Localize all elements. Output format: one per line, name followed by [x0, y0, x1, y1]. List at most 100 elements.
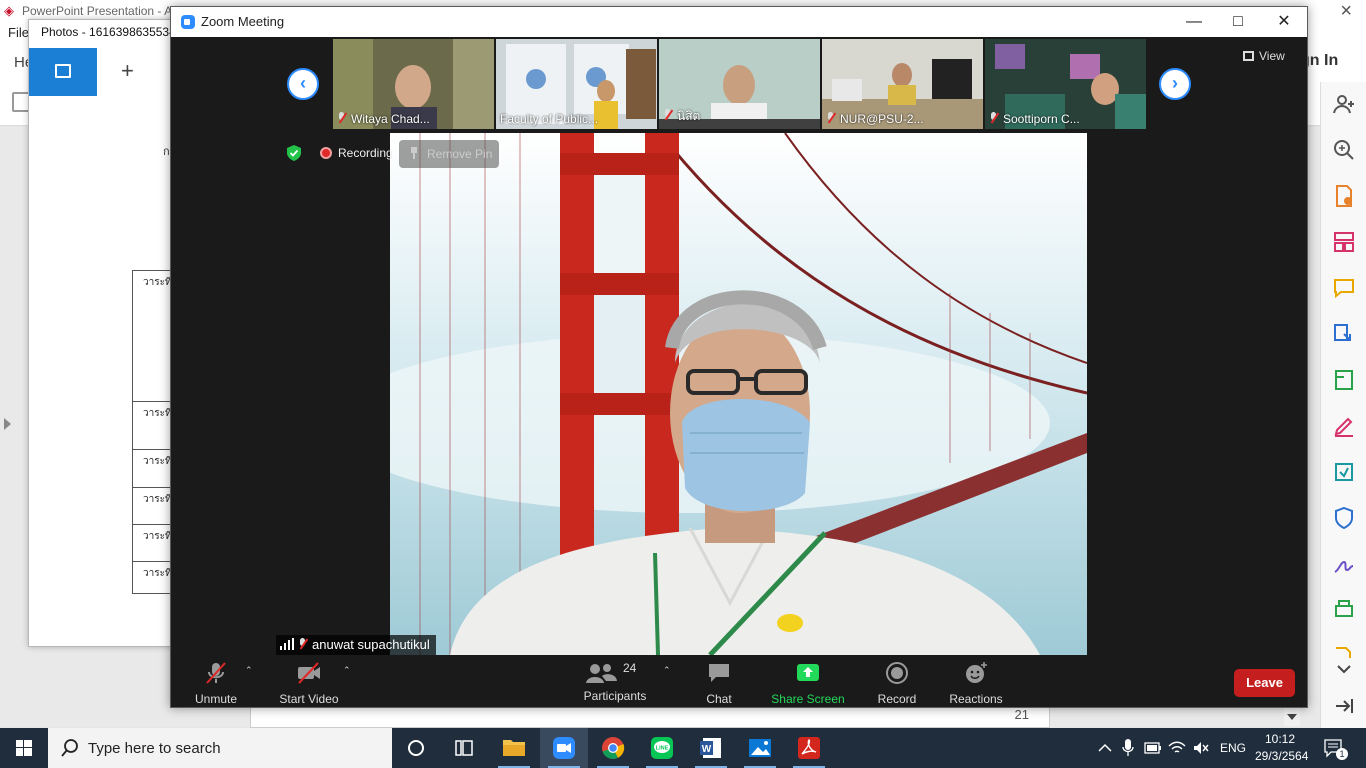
video-off-icon: [298, 662, 320, 684]
pin-icon: [411, 147, 417, 159]
clock-date[interactable]: 29/3/2564: [1255, 749, 1308, 763]
table-cell: วาระที่: [143, 568, 172, 579]
unmute-button[interactable]: Unmute: [191, 655, 241, 707]
leave-meeting-button[interactable]: Leave: [1234, 669, 1295, 697]
connection-signal-icon: [280, 638, 294, 650]
start-video-button[interactable]: Start Video: [277, 655, 341, 707]
participants-caret-icon[interactable]: ⌃: [663, 665, 671, 676]
participants-count: 24: [623, 661, 637, 675]
participant-name-label: Witaya Chad...: [337, 112, 430, 126]
print-production-icon[interactable]: [1332, 598, 1356, 622]
participants-button[interactable]: 24 Participants: [581, 655, 649, 707]
table-cell: วาระที่: [143, 277, 172, 288]
pdf-app-icon: ◈: [4, 3, 14, 18]
chat-button[interactable]: Chat: [699, 655, 739, 707]
participant-name-label: Soottiporn C...: [989, 112, 1080, 126]
search-icon: [61, 739, 78, 757]
windows-taskbar: Type here to search LINE W ENG 10:12 29/…: [0, 728, 1366, 768]
microphone-muted-icon: [206, 662, 226, 684]
participant-thumbnail[interactable]: Witaya Chad...: [333, 39, 494, 129]
svg-text:W: W: [702, 744, 712, 755]
view-button[interactable]: View: [1243, 49, 1285, 69]
photos-window-title: Photos - 1616398635534: [41, 25, 176, 39]
record-button[interactable]: Record: [875, 655, 919, 707]
photos-icon[interactable]: [736, 728, 784, 768]
zoom-meeting-window: Zoom Meeting — □ ✕ ‹ › Witaya Chad... Fa…: [170, 6, 1308, 708]
participant-thumbnail[interactable]: NUR@PSU-2...: [822, 39, 983, 129]
clock-time[interactable]: 10:12: [1265, 732, 1295, 746]
page-number: 21: [1014, 707, 1029, 722]
organize-pages-icon[interactable]: [1332, 230, 1356, 254]
participants-icon: [586, 664, 617, 683]
muted-mic-icon: [663, 109, 673, 121]
share-screen-button[interactable]: Share Screen: [771, 655, 845, 707]
zoom-search-icon[interactable]: [1332, 138, 1356, 162]
video-options-caret-icon[interactable]: ⌃: [343, 665, 351, 676]
reactions-button[interactable]: Reactions: [949, 655, 1003, 707]
remove-pin-button[interactable]: Remove Pin: [399, 140, 499, 168]
microphone-icon[interactable]: [1122, 739, 1134, 757]
table-cell: วาระที่: [143, 456, 172, 467]
reactions-icon: [966, 662, 987, 683]
expand-panel-icon[interactable]: [4, 418, 11, 430]
word-icon[interactable]: W: [687, 728, 735, 768]
comment-icon[interactable]: [1332, 276, 1356, 300]
scroll-down-icon[interactable]: [1287, 714, 1297, 720]
windows-logo-icon: [16, 740, 32, 756]
taskbar-search-box[interactable]: Type here to search: [48, 728, 392, 768]
wifi-icon[interactable]: [1168, 740, 1186, 756]
add-user-icon[interactable]: [1332, 92, 1356, 116]
chrome-icon[interactable]: [589, 728, 637, 768]
close-button[interactable]: ✕: [1261, 7, 1307, 37]
collapse-panel-icon[interactable]: [1332, 694, 1356, 718]
participant-thumbnail[interactable]: นิสิต: [659, 39, 820, 129]
muted-mic-icon: [337, 112, 347, 124]
next-page-button[interactable]: ›: [1159, 68, 1191, 100]
muted-mic-icon: [826, 112, 836, 124]
zoom-icon[interactable]: [540, 728, 588, 768]
scan-ocr-icon[interactable]: [1332, 460, 1356, 484]
file-explorer-icon[interactable]: [490, 728, 538, 768]
menu-file[interactable]: File: [8, 25, 29, 40]
audio-options-caret-icon[interactable]: ⌃: [245, 665, 253, 676]
signature-icon[interactable]: [1332, 552, 1356, 576]
combine-files-icon[interactable]: [1332, 322, 1356, 346]
add-icon[interactable]: +: [121, 58, 134, 84]
grid-view-icon: [1243, 51, 1254, 61]
zoom-titlebar: Zoom Meeting — □ ✕: [171, 7, 1307, 37]
recording-label: Recording: [338, 146, 393, 160]
chevron-up-icon[interactable]: [1098, 743, 1112, 753]
export-pdf-icon[interactable]: [1332, 184, 1356, 208]
acrobat-icon[interactable]: [785, 728, 833, 768]
muted-mic-icon: [298, 638, 308, 650]
previous-page-button[interactable]: ‹: [287, 68, 319, 100]
background-close-icon[interactable]: ×: [1340, 0, 1352, 23]
participant-name-label: NUR@PSU-2...: [826, 112, 924, 126]
edit-pdf-icon[interactable]: [1332, 368, 1356, 392]
table-cell: วาระที่: [143, 531, 172, 542]
speaker-name-tag: anuwat supachutikul: [276, 635, 436, 655]
acrobat-tools-panel: [1320, 82, 1366, 728]
meeting-controls-toolbar: Unmute ⌃ Start Video ⌃ 24 Participants ⌃: [171, 655, 1307, 707]
participant-thumbnail[interactable]: Faculty of Public...: [496, 39, 657, 129]
cortana-icon[interactable]: [392, 728, 440, 768]
encryption-shield-icon[interactable]: [287, 145, 301, 161]
photos-collection-tab[interactable]: [29, 48, 97, 96]
record-icon: [886, 662, 908, 684]
line-icon[interactable]: LINE: [638, 728, 686, 768]
image-icon: [55, 64, 71, 78]
task-view-icon[interactable]: [440, 728, 488, 768]
minimize-button[interactable]: —: [1171, 7, 1217, 37]
participant-thumbnail[interactable]: Soottiporn C...: [985, 39, 1146, 129]
start-button[interactable]: [0, 728, 48, 768]
zoom-logo-icon: [181, 15, 195, 29]
chevron-down-icon[interactable]: [1332, 658, 1356, 674]
chevron-left-icon: ‹: [300, 73, 306, 93]
volume-muted-icon[interactable]: [1192, 740, 1210, 756]
participant-name-label: Faculty of Public...: [500, 112, 599, 126]
fill-sign-icon[interactable]: [1332, 414, 1356, 438]
battery-icon[interactable]: [1144, 742, 1162, 754]
protect-shield-icon[interactable]: [1332, 506, 1356, 530]
input-language[interactable]: ENG: [1220, 741, 1246, 755]
maximize-button[interactable]: □: [1215, 7, 1261, 37]
